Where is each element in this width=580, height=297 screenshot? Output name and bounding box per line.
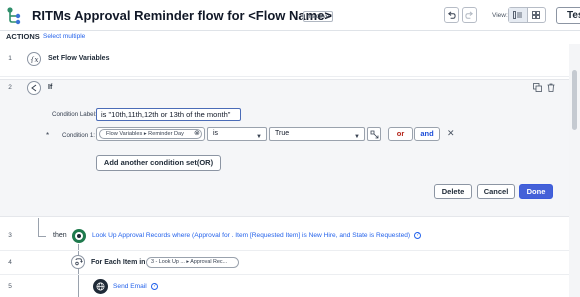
test-button[interactable]: Tes [556,7,580,24]
for-each-data-pill[interactable]: 3 - Look Up ... ▸ Approval Rec... [146,257,239,268]
done-button[interactable]: Done [519,184,553,199]
condition-label-input[interactable]: is "10th,11th,12th or 13th of the month" [96,108,241,121]
undo-icon [448,11,456,19]
row-divider [0,250,569,251]
or-button[interactable]: or [388,127,413,141]
flow-header: RITMs Approval Reminder flow for <Flow N… [0,0,580,32]
required-marker: * [46,131,50,140]
select-multiple-link[interactable]: Select multiple [43,33,85,40]
help-icon[interactable]: ? [151,283,158,290]
delete-button[interactable]: Delete [434,184,472,199]
undo-button[interactable] [444,7,459,23]
step-number: 2 [8,84,12,91]
condition-1-caption: Condition 1: [62,132,96,139]
svg-text:{x}: {x} [30,56,39,63]
row-divider [0,76,569,77]
lookup-action-link[interactable]: Look Up Approval Records where (Approval… [92,232,410,239]
send-email-link[interactable]: Send Email [113,283,147,290]
remove-condition-icon[interactable]: ✕ [447,128,455,138]
step-number: 3 [8,232,12,239]
and-button[interactable]: and [414,127,440,141]
delete-step-button[interactable] [544,80,558,94]
value-value: True [275,130,290,137]
step-label-set-flow-variables[interactable]: Set Flow Variables [48,55,109,62]
view-toggle [508,7,546,23]
condition-label-caption: Condition Label: [52,111,97,118]
trash-icon [547,83,555,92]
data-pill-picker-button[interactable] [367,127,381,141]
then-label: then [53,232,67,239]
flow-connector [78,244,79,297]
list-view-icon [512,11,522,19]
chevron-down-icon: ▼ [354,134,360,140]
data-pill-reminder-day[interactable]: Flow Variables ▸ Reminder Day [99,129,202,139]
status-badge: Inactive [303,11,334,22]
help-icon[interactable]: ? [414,232,421,239]
branch-icon [27,81,41,95]
copy-icon [532,82,542,92]
grid-view-icon [532,11,541,19]
copy-step-button[interactable] [530,80,544,94]
step-label-if[interactable]: If [48,84,52,91]
view-label: View: [492,12,508,19]
step-number: 4 [8,259,12,266]
globe-icon [93,279,108,294]
loop-icon [71,255,85,269]
flow-designer-logo-icon [7,7,21,25]
flow-connector [38,236,46,237]
step-number: 1 [8,55,12,62]
redo-button[interactable] [462,7,477,23]
cancel-button[interactable]: Cancel [477,184,515,199]
chevron-down-icon: ▼ [256,134,262,140]
row-divider [0,274,569,275]
remove-pill-icon[interactable]: ⊗ [194,129,200,138]
grid-view-button[interactable] [528,8,546,22]
actions-bar [0,30,580,44]
flow-connector [38,218,39,236]
flow-title: RITMs Approval Reminder flow for <Flow N… [32,8,333,23]
list-view-button[interactable] [509,8,528,22]
operator-value: is [213,130,219,137]
scrollbar-thumb[interactable] [572,70,577,130]
add-condition-set-button[interactable]: Add another condition set(OR) [96,155,221,171]
value-select[interactable]: True ▼ [269,127,365,141]
lookup-icon [72,229,86,243]
step-number: 5 [8,283,12,290]
step-label-for-each[interactable]: For Each Item in [91,259,145,266]
pill-picker-icon [370,130,378,138]
redo-icon [465,11,473,19]
operator-select[interactable]: is ▼ [207,127,267,141]
actions-title: ACTIONS [6,32,40,41]
variable-icon: {x} [27,52,41,66]
